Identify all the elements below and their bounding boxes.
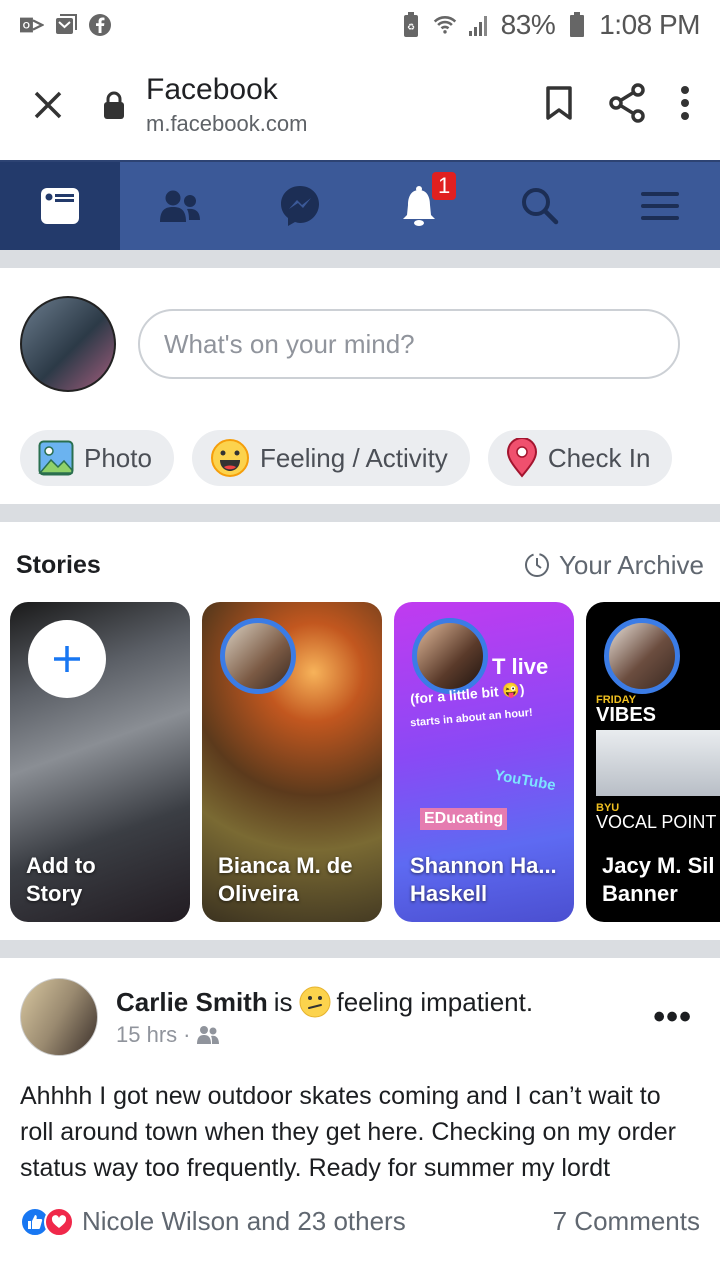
photo-button[interactable]: Photo	[20, 430, 174, 486]
section-divider	[0, 940, 720, 958]
close-tab-button[interactable]	[20, 77, 76, 133]
status-bar: O ♻ 83% 1:08 PM	[0, 0, 720, 50]
your-archive-link[interactable]: Your Archive	[523, 550, 704, 581]
post-feeling: feeling impatient.	[336, 986, 534, 1017]
facebook-icon	[88, 13, 112, 37]
notification-badge: 1	[432, 172, 457, 200]
wifi-icon	[433, 13, 457, 37]
battery-icon	[565, 12, 589, 37]
section-divider	[0, 504, 720, 522]
story-card[interactable]: T live (for a little bit 😜) starts in ab…	[394, 602, 574, 922]
reactions-summary[interactable]: Nicole Wilson and 23 others	[20, 1206, 406, 1237]
story-avatar	[220, 618, 296, 694]
more-options-button[interactable]	[680, 85, 690, 126]
story-add[interactable]: Add to Story	[10, 602, 190, 922]
search-icon	[522, 188, 559, 225]
story-overlay-text: VOCAL POINT	[596, 812, 717, 832]
post-author[interactable]: Carlie Smith	[116, 987, 268, 1018]
battery-percent: 83%	[500, 9, 556, 40]
post-text: Ahhhh I got new outdoor skates coming an…	[20, 1082, 676, 1182]
user-avatar[interactable]	[20, 296, 116, 392]
archive-label: Your Archive	[558, 549, 704, 580]
post-composer: What's on your mind?	[0, 268, 720, 412]
story-video-thumbnail	[596, 730, 720, 796]
post-options-button[interactable]: •••	[653, 998, 692, 1037]
archive-clock-icon	[524, 553, 549, 577]
status-input[interactable]: What's on your mind?	[138, 309, 680, 379]
news-feed-icon	[41, 188, 79, 224]
comments-count[interactable]: 7 Comments	[553, 1206, 700, 1237]
story-overlay-text: starts in about an hour!	[409, 706, 534, 730]
facebook-nav-bar: 1	[0, 160, 720, 250]
svg-text:♻: ♻	[407, 22, 415, 32]
signal-icon	[467, 13, 491, 37]
story-overlay-text: T live	[492, 654, 549, 679]
post-author-avatar[interactable]	[20, 978, 98, 1056]
story-overlay-text: EDucating	[420, 808, 508, 830]
messenger-icon	[281, 186, 319, 226]
add-story-button[interactable]	[28, 620, 106, 698]
bookmark-icon	[546, 85, 572, 120]
url-info[interactable]: Facebook m.facebook.com	[146, 73, 544, 137]
share-icon	[609, 82, 645, 123]
stories-title: Stories	[16, 550, 101, 579]
check-in-button[interactable]: Check In	[487, 430, 673, 486]
love-reaction-icon	[44, 1206, 74, 1237]
nav-search[interactable]	[480, 162, 600, 250]
page-title: Facebook	[146, 73, 278, 106]
post-time[interactable]: 15 hrs	[116, 1022, 177, 1048]
stories-carousel: Add to Story Bianca M. de Oliveira T liv…	[0, 592, 720, 932]
feeling-activity-button[interactable]: Feeling / Activity	[191, 430, 470, 486]
nav-news-feed[interactable]	[0, 162, 120, 250]
bookmark-button[interactable]	[544, 85, 574, 126]
story-name: Bianca M. de Oliveira	[218, 853, 353, 906]
story-name: Add to Story	[26, 853, 96, 906]
smiley-icon	[210, 439, 249, 477]
plus-icon	[54, 646, 80, 672]
close-icon	[34, 91, 62, 119]
feed-post: Carlie Smith is feeling impatient. 15 hr…	[0, 958, 720, 1237]
share-button[interactable]	[608, 82, 646, 128]
browser-toolbar: Facebook m.facebook.com	[0, 50, 720, 160]
location-pin-icon	[506, 438, 537, 478]
story-overlay-text: VIBES	[596, 704, 657, 726]
stories-header: Stories Your Archive	[0, 522, 720, 592]
story-avatar	[604, 618, 680, 694]
nav-menu[interactable]	[600, 162, 720, 250]
hamburger-menu-icon	[641, 192, 679, 220]
nav-messenger[interactable]	[240, 162, 360, 250]
outlook-icon: O	[20, 13, 44, 37]
story-name: Jacy M. Sil Banner	[602, 853, 715, 906]
photo-icon	[38, 440, 74, 476]
photo-label: Photo	[84, 442, 152, 473]
story-card[interactable]: FRIDAY VIBES BYU VOCAL POINT Jacy M. Sil…	[586, 602, 720, 922]
clock: 1:08 PM	[599, 9, 700, 40]
feeling-activity-label: Feeling / Activity	[259, 442, 448, 473]
svg-text:O: O	[23, 21, 30, 31]
story-card[interactable]: Bianca M. de Oliveira	[202, 602, 382, 922]
battery-saver-icon: ♻	[399, 12, 423, 37]
friends-audience-icon	[197, 1026, 220, 1044]
story-overlay-text: YouTube	[492, 766, 557, 795]
story-name: Shannon Ha... Haskell	[410, 853, 557, 906]
confused-face-icon	[299, 986, 330, 1018]
friends-icon	[160, 190, 200, 222]
nav-friends[interactable]	[120, 162, 240, 250]
mail-icon	[54, 13, 78, 37]
nav-notifications[interactable]: 1	[360, 162, 480, 250]
page-domain: m.facebook.com	[146, 111, 308, 136]
lock-icon	[94, 90, 134, 120]
story-avatar	[412, 618, 488, 694]
composer-actions: Photo Feeling / Activity Check In	[0, 412, 720, 504]
section-divider	[0, 250, 720, 268]
reactions-text: Nicole Wilson and 23 others	[82, 1206, 406, 1236]
kebab-menu-icon	[681, 85, 689, 120]
check-in-label: Check In	[547, 442, 651, 473]
post-is-text: is	[273, 986, 293, 1017]
post-dot: ·	[183, 1022, 191, 1047]
